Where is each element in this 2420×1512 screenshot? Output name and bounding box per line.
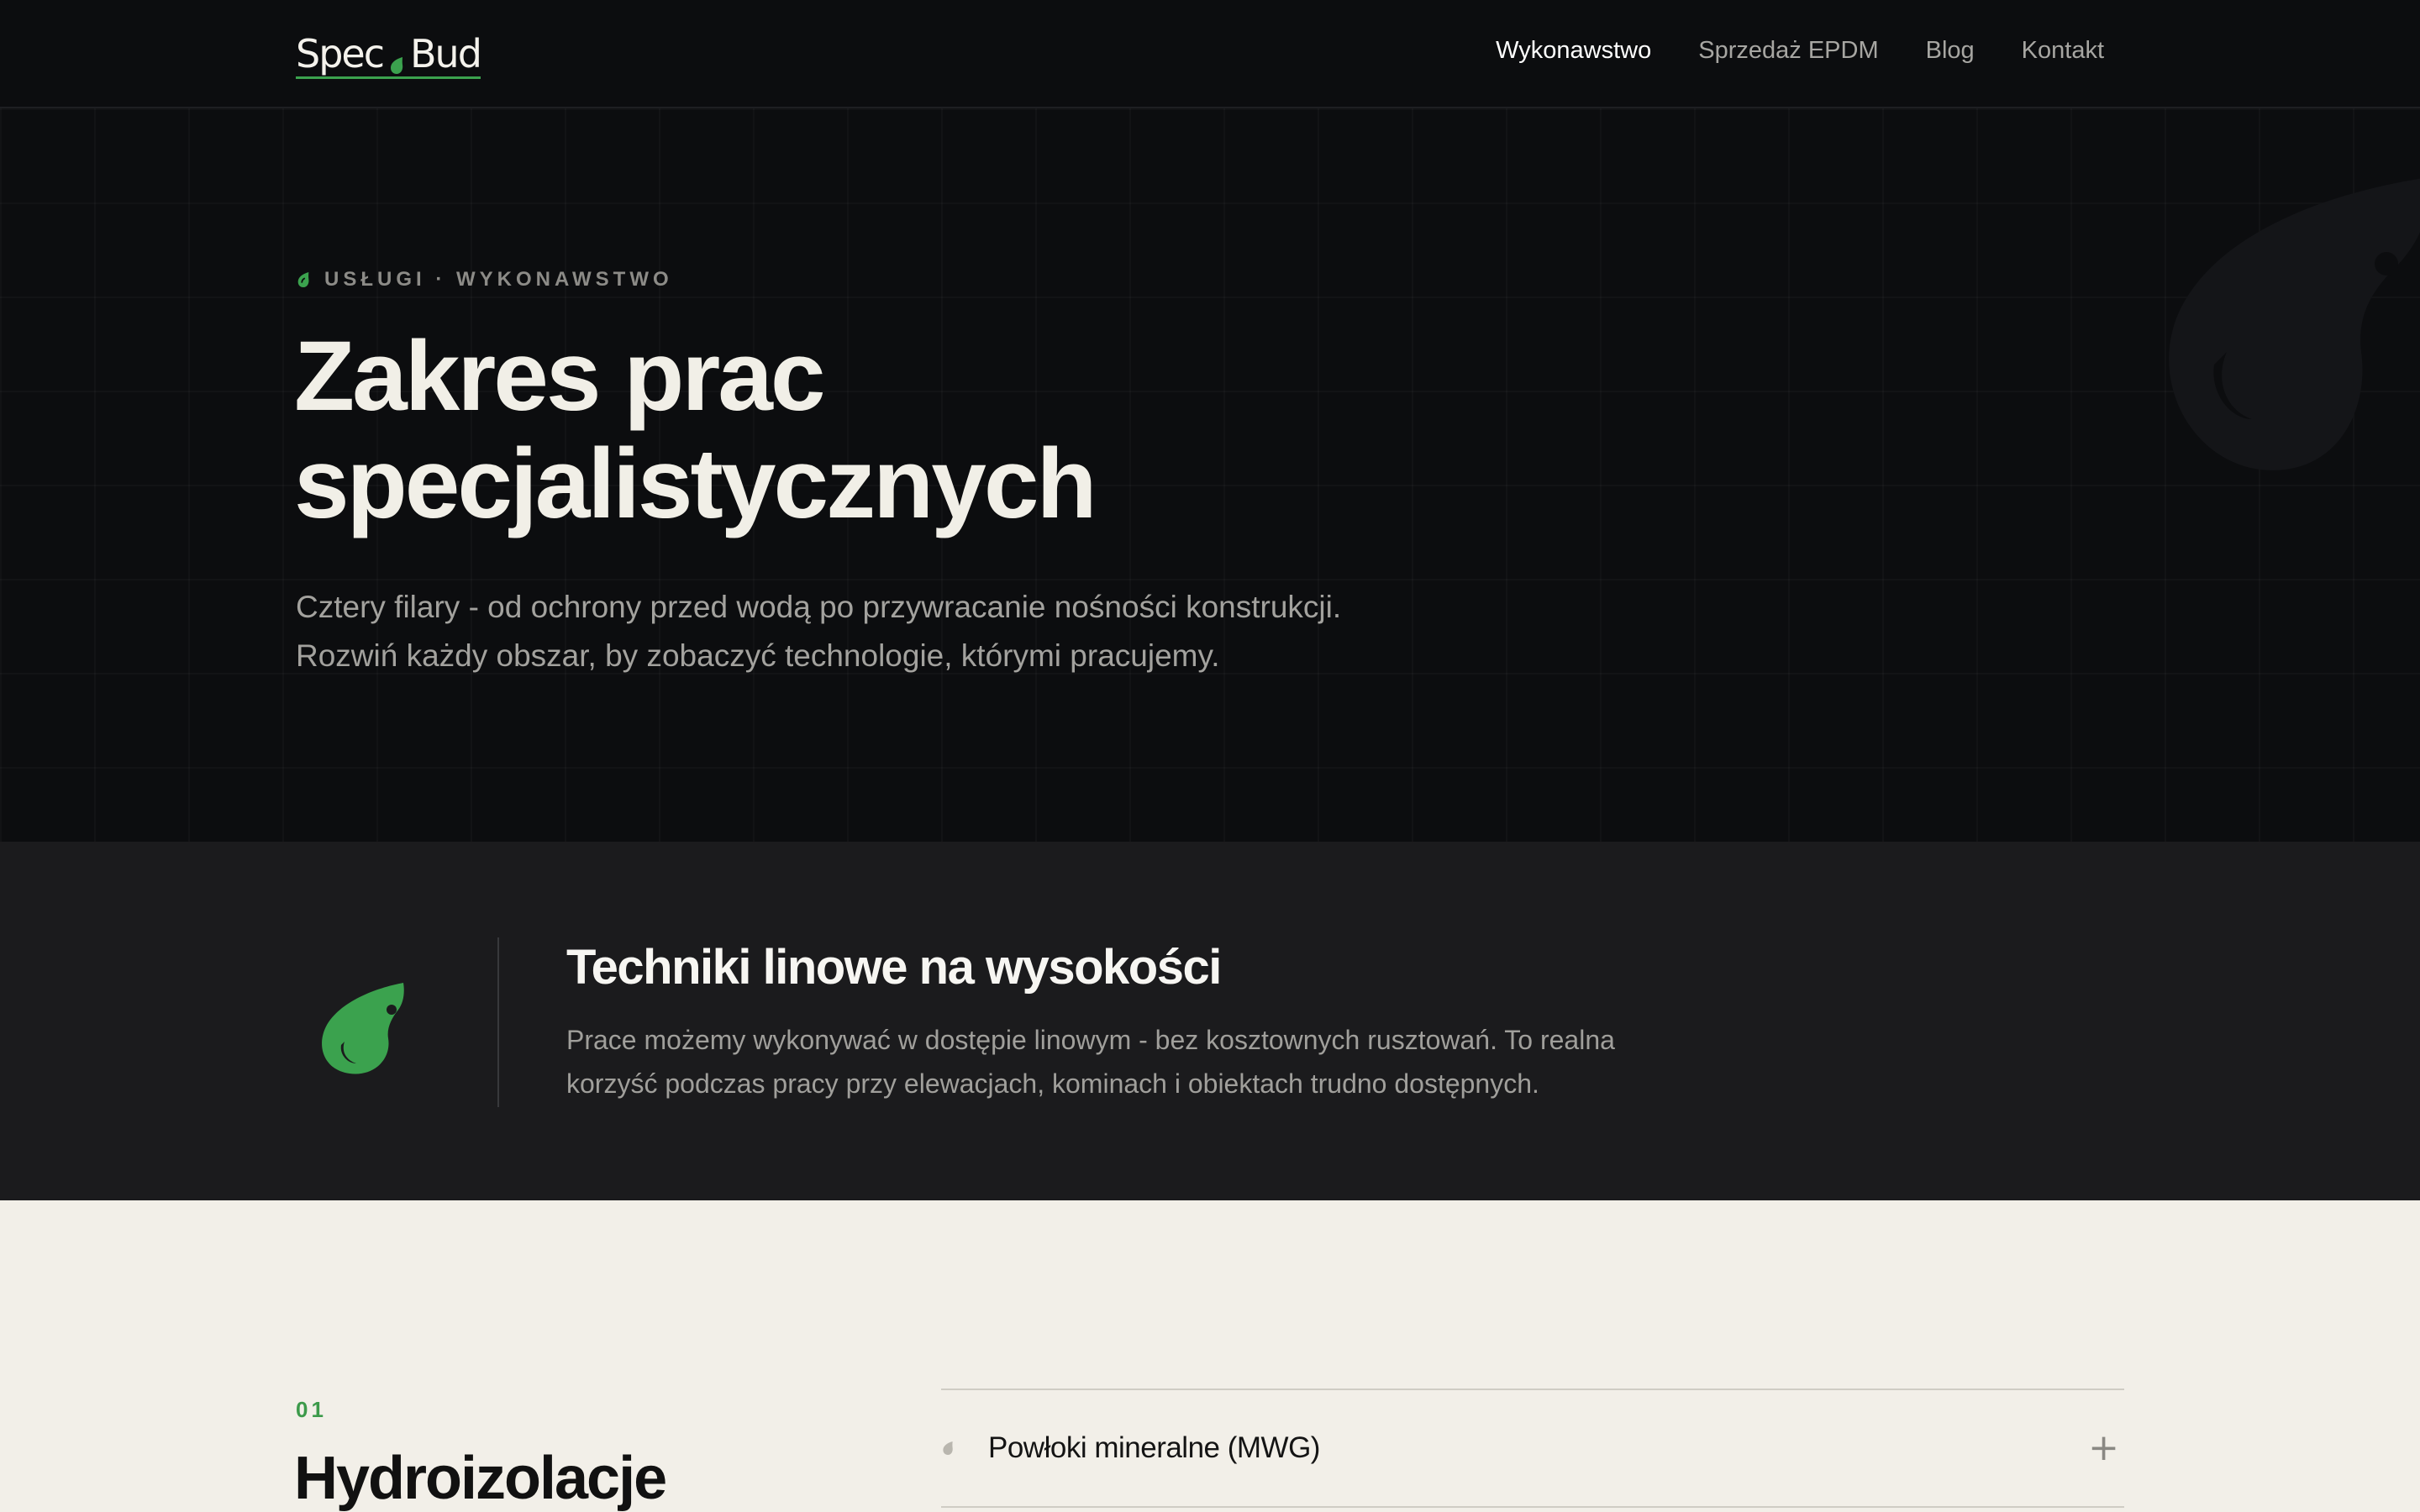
section-title: Hydroizolacje <box>294 1445 667 1512</box>
expand-plus-icon[interactable]: + <box>2088 1430 2119 1467</box>
hero-eyebrow-text: USŁUGI · WYKONAWSTWO <box>324 268 673 291</box>
leaf-icon <box>391 57 403 74</box>
page-title: Zakres prac specjalistycznych <box>294 323 1555 538</box>
brand-logo-right: Bud <box>410 31 482 76</box>
brand-logo-left: Spec <box>296 31 385 76</box>
page-title-line-1: Zakres prac <box>294 321 826 432</box>
nav-item-wykonawstwo[interactable]: Wykonawstwo <box>1496 37 1651 65</box>
feature-description-line-2: korzyść podczas pracy przy elewacjach, k… <box>566 1068 1539 1099</box>
rope-access-feature: Techniki linowe na wysokości Prace możem… <box>0 842 2420 1200</box>
service-section-hydroizolacje: 01 Hydroizolacje Powłoki mineralne (MWG)… <box>0 1200 2420 1512</box>
accordion-divider <box>941 1506 2124 1508</box>
nav-item-sprzedaz-epdm[interactable]: Sprzedaż EPDM <box>1698 37 1878 65</box>
hero-subtitle-line-2: Rozwiń każdy obszar, by zobaczyć technol… <box>296 638 1220 673</box>
main-menu: Wykonawstwo Sprzedaż EPDM Blog Kontakt <box>1496 37 2104 65</box>
hero-subtitle: Cztery filary - od ochrony przed wodą po… <box>296 583 1556 680</box>
drop-watermark-icon <box>2169 178 2420 470</box>
hero-section: USŁUGI · WYKONAWSTWO Zakres prac specjal… <box>0 108 2420 842</box>
feature-description: Prace możemy wykonywać w dostępie linowy… <box>566 1018 1743 1105</box>
feature-title: Techniki linowe na wysokości <box>566 940 1222 995</box>
leaf-icon <box>297 272 309 287</box>
top-navigation: Spec Bud Wykonawstwo Sprzedaż EPDM Blog … <box>0 0 2420 108</box>
page-title-line-2: specjalistycznych <box>294 428 1097 539</box>
section-number: 01 <box>296 1397 327 1422</box>
brand-logo[interactable]: Spec Bud <box>296 29 482 79</box>
feature-description-line-1: Prace możemy wykonywać w dostępie linowy… <box>566 1025 1615 1055</box>
leaf-icon <box>943 1441 953 1455</box>
nav-item-kontakt[interactable]: Kontakt <box>2022 37 2104 65</box>
drop-leaf-icon <box>322 983 404 1074</box>
hero-eyebrow: USŁUGI · WYKONAWSTWO <box>296 268 673 291</box>
feature-divider <box>497 937 499 1107</box>
accordion-item-label: Powłoki mineralne (MWG) <box>988 1431 1320 1464</box>
hero-subtitle-line-1: Cztery filary - od ochrony przed wodą po… <box>296 590 1342 624</box>
nav-item-blog[interactable]: Blog <box>1926 37 1975 65</box>
accordion-item-powloki-mineralne[interactable]: Powłoki mineralne (MWG) + <box>941 1390 2124 1506</box>
